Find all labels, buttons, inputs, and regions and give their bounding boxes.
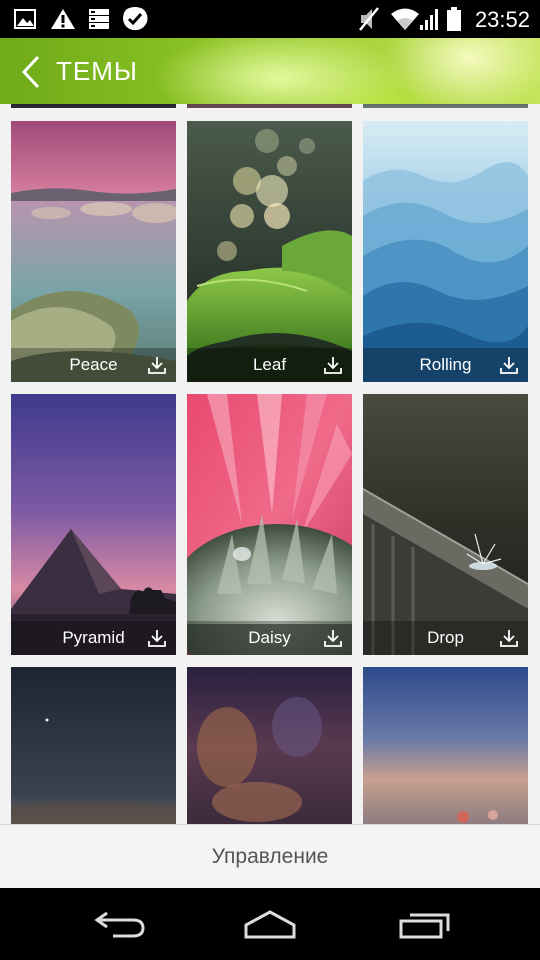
- page-title[interactable]: ТЕМЫ: [56, 52, 138, 90]
- battery-icon: [444, 0, 464, 38]
- chevron-left-icon[interactable]: [18, 54, 48, 90]
- rolling-thumbnail: [363, 121, 528, 382]
- daisy-thumbnail: [187, 394, 352, 655]
- theme-tile-partial[interactable]: [11, 104, 176, 108]
- theme-tile-partial[interactable]: [11, 667, 176, 824]
- theme-tile-peace[interactable]: Peace: [11, 121, 176, 382]
- status-time: 23:52: [474, 7, 530, 32]
- pyramid-thumbnail: [11, 394, 176, 655]
- partial-thumbnail: [11, 667, 176, 824]
- home-nav-icon[interactable]: [238, 902, 302, 946]
- storage-icon: [86, 0, 112, 38]
- theme-tile-partial[interactable]: [363, 104, 528, 108]
- manage-button[interactable]: Управление: [0, 824, 540, 889]
- theme-tile-drop[interactable]: Drop: [363, 394, 528, 655]
- download-icon[interactable]: [148, 629, 166, 647]
- theme-tile-rolling[interactable]: Rolling: [363, 121, 528, 382]
- leaf-thumbnail: [187, 121, 352, 382]
- status-bar: 23:52: [0, 0, 540, 38]
- theme-tile-leaf[interactable]: Leaf: [187, 121, 352, 382]
- back-nav-icon[interactable]: [88, 902, 152, 946]
- theme-tile-partial[interactable]: [363, 667, 528, 824]
- download-icon[interactable]: [324, 629, 342, 647]
- signal-icon: [418, 0, 442, 38]
- download-icon[interactable]: [148, 356, 166, 374]
- peace-thumbnail: [11, 121, 176, 382]
- download-icon[interactable]: [500, 356, 518, 374]
- wifi-icon: [388, 0, 422, 38]
- navigation-bar: [0, 888, 540, 960]
- image-notification-icon: [10, 0, 40, 38]
- theme-tile-partial[interactable]: [187, 667, 352, 824]
- download-icon[interactable]: [324, 356, 342, 374]
- download-icon[interactable]: [500, 629, 518, 647]
- mute-icon: [354, 0, 384, 38]
- check-badge-icon: [120, 0, 150, 38]
- warning-icon: [48, 0, 78, 38]
- partial-thumbnail: [187, 667, 352, 824]
- recents-nav-icon[interactable]: [392, 902, 456, 946]
- theme-tile-pyramid[interactable]: Pyramid: [11, 394, 176, 655]
- drop-thumbnail: [363, 394, 528, 655]
- theme-tile-daisy[interactable]: Daisy: [187, 394, 352, 655]
- theme-tile-partial[interactable]: [187, 104, 352, 108]
- partial-thumbnail: [363, 667, 528, 824]
- theme-grid: Peace Leaf Rolling Pyramid Daisy Drop: [0, 104, 540, 824]
